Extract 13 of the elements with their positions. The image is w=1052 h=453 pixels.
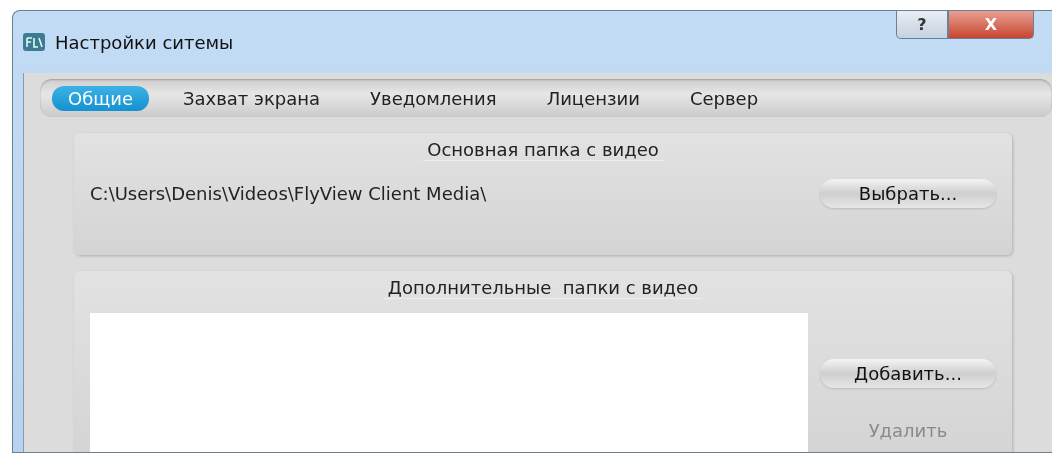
window-title: Настройки ситемы — [55, 31, 234, 53]
tab[interactable]: Лицензии — [530, 85, 656, 111]
folder-path: C:\Users\Denis\Videos\FlyView Client Media\ — [90, 183, 487, 204]
tab[interactable]: Уведомления — [354, 85, 513, 111]
group-title: Дополнительные папки с видео — [383, 277, 703, 299]
help-button[interactable]: ? — [896, 11, 948, 39]
folder-list[interactable] — [90, 313, 808, 452]
group-title: Основная папка с видео — [423, 139, 663, 161]
tab[interactable]: Сервер — [673, 85, 775, 111]
action-button[interactable]: Выбрать... — [820, 179, 996, 208]
app-logo-icon — [23, 33, 45, 51]
action-button[interactable]: Добавить... — [820, 359, 996, 388]
tab[interactable]: Захват экрана — [167, 85, 337, 111]
